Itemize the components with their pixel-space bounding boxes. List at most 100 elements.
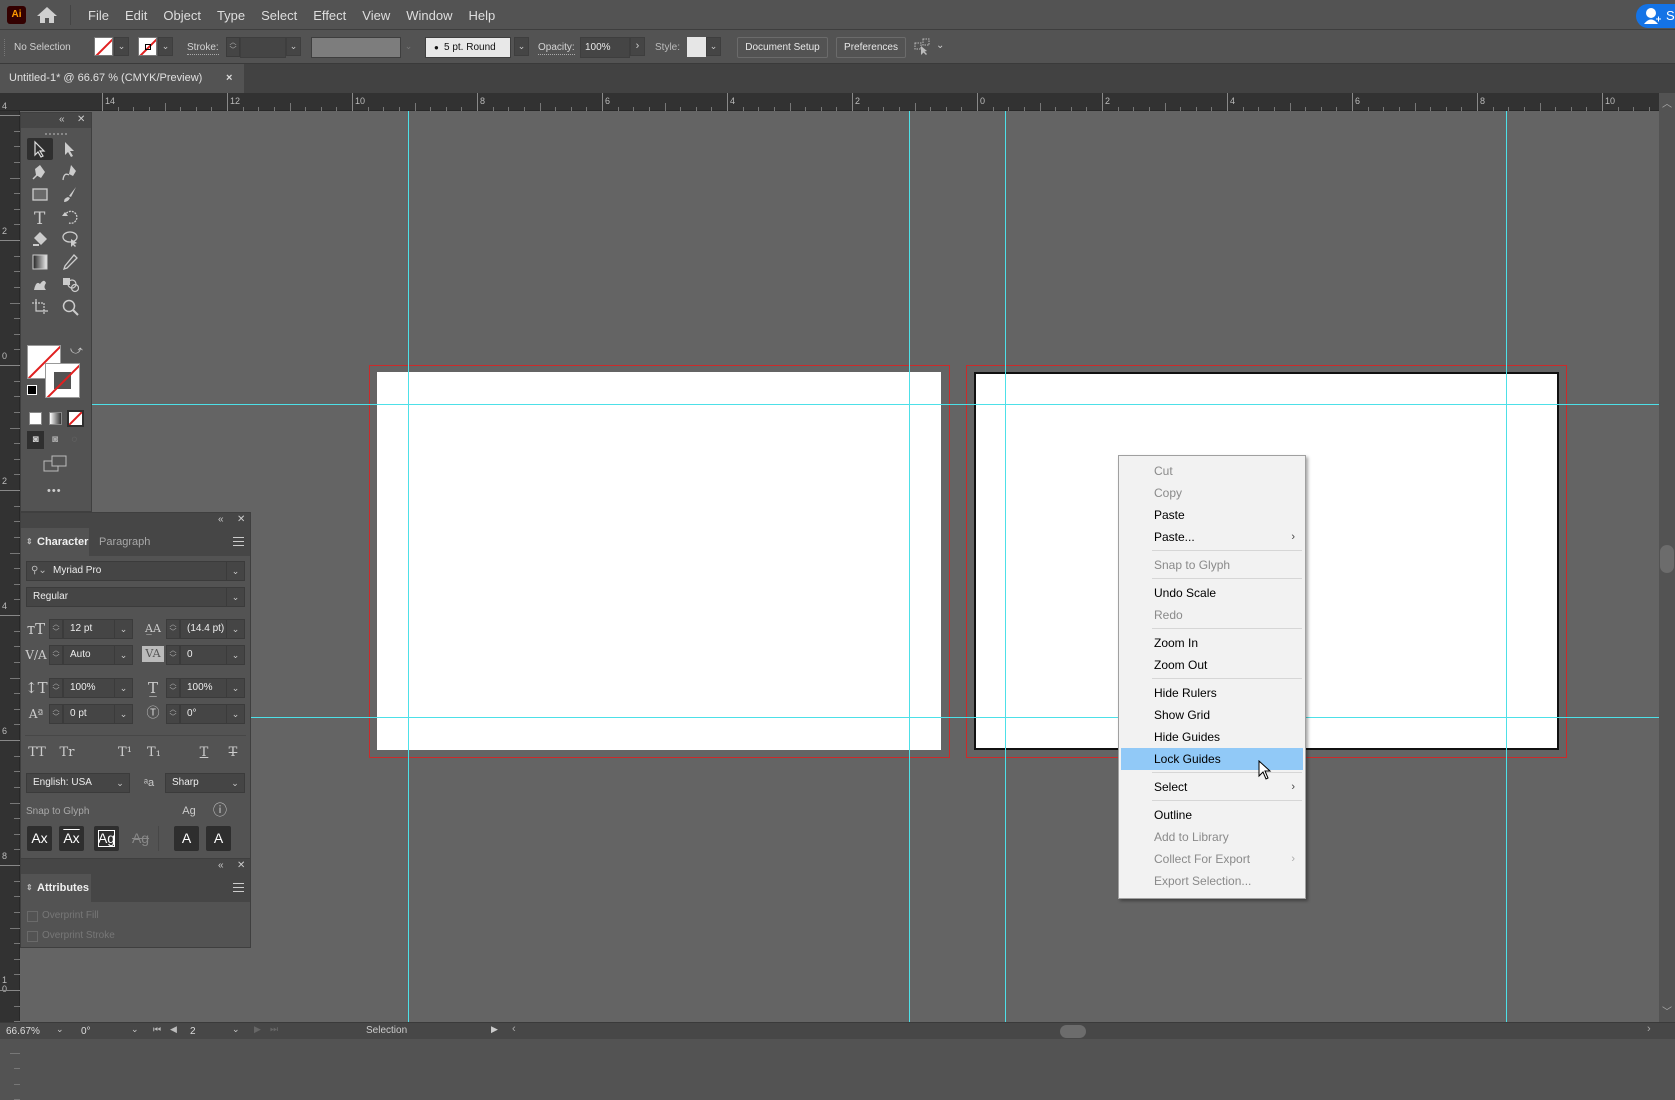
- menu-help[interactable]: Help: [460, 8, 503, 23]
- superscript-button[interactable]: T¹: [114, 743, 136, 763]
- collapse-panel-icon[interactable]: «: [59, 114, 65, 125]
- character-rotation-stepper[interactable]: ︿ ﹀: [166, 704, 180, 724]
- menu-object[interactable]: Object: [155, 8, 209, 23]
- snap-angular-button[interactable]: A: [174, 826, 199, 851]
- stroke-weight-input[interactable]: [240, 37, 286, 58]
- horizontal-guide[interactable]: [20, 717, 1659, 718]
- menu-item-zoom-out[interactable]: Zoom Out: [1121, 654, 1303, 676]
- menu-item-snap-to-glyph[interactable]: Snap to Glyph: [1121, 554, 1303, 576]
- zoom-tool[interactable]: [57, 296, 83, 318]
- vertical-guide[interactable]: [1506, 111, 1507, 1022]
- fill-swatch[interactable]: [94, 37, 113, 56]
- small-caps-button[interactable]: Tr: [56, 743, 78, 763]
- screen-mode-icon[interactable]: [43, 455, 69, 473]
- character-rotation-input[interactable]: 0° ⌄: [180, 704, 245, 724]
- none-mode-icon[interactable]: [67, 410, 84, 427]
- menu-item-cut[interactable]: Cut: [1121, 460, 1303, 482]
- gradient-tool[interactable]: [27, 251, 53, 273]
- menu-item-undo-scale[interactable]: Undo Scale: [1121, 582, 1303, 604]
- leading-input[interactable]: (14.4 pt) ⌄: [180, 619, 245, 639]
- rotate-tool[interactable]: [57, 206, 83, 228]
- brush-dropdown[interactable]: ⌄: [514, 37, 529, 56]
- stroke-label[interactable]: Stroke:: [187, 42, 219, 55]
- last-artboard-icon[interactable]: ⏭: [270, 1024, 278, 1035]
- font-size-input[interactable]: 12 pt ⌄: [63, 619, 133, 639]
- brush-definition[interactable]: ● 5 pt. Round: [425, 37, 511, 58]
- panel-menu-icon[interactable]: [233, 537, 244, 546]
- stroke-dropdown[interactable]: ⌄: [158, 37, 173, 56]
- snap-glyph-bounds-button[interactable]: Ag: [94, 826, 119, 851]
- tab-attributes[interactable]: ⇕ Attributes: [21, 874, 91, 902]
- draw-behind-icon[interactable]: ◙: [46, 431, 63, 449]
- opacity-input[interactable]: 100%: [580, 37, 630, 58]
- scroll-down-icon[interactable]: ﹀: [1662, 1003, 1672, 1018]
- artboard-1[interactable]: [377, 372, 941, 750]
- preferences-button[interactable]: Preferences: [836, 37, 906, 58]
- font-size-stepper[interactable]: ︿ ﹀: [49, 619, 63, 639]
- panel-grip[interactable]: [45, 133, 67, 136]
- opacity-label[interactable]: Opacity:: [538, 42, 575, 55]
- zoom-level-input[interactable]: 66.67%: [2, 1024, 52, 1039]
- menu-item-select[interactable]: Select ›: [1121, 776, 1303, 798]
- menu-file[interactable]: File: [80, 8, 117, 23]
- snap-baseline-button[interactable]: Ax: [27, 826, 52, 851]
- collapse-panel-icon[interactable]: «: [218, 860, 224, 871]
- paintbrush-tool[interactable]: [57, 183, 83, 205]
- horizontal-scale-stepper[interactable]: ︿ ﹀: [166, 678, 180, 698]
- menu-view[interactable]: View: [354, 8, 398, 23]
- menu-item-zoom-in[interactable]: Zoom In: [1121, 632, 1303, 654]
- current-tool-label[interactable]: Selection: [366, 1025, 407, 1036]
- language-dropdown[interactable]: English: USA ⌄: [26, 773, 130, 793]
- collapse-panel-icon[interactable]: «: [218, 514, 224, 525]
- menu-item-show-grid[interactable]: Show Grid: [1121, 704, 1303, 726]
- vertical-guide[interactable]: [408, 111, 409, 1022]
- pen-tool[interactable]: [27, 161, 53, 183]
- menu-edit[interactable]: Edit: [117, 8, 155, 23]
- vertical-ruler[interactable]: 4 2 0 2 4 6 8 10: [0, 101, 20, 1100]
- stroke-weight-stepper[interactable]: ︿ ﹀: [226, 37, 240, 57]
- eyedropper-tool[interactable]: [57, 251, 83, 273]
- gradient-mode-icon[interactable]: [49, 412, 62, 425]
- strikethrough-button[interactable]: T: [222, 743, 244, 763]
- menu-item-paste[interactable]: Paste: [1121, 504, 1303, 526]
- artboard-tool[interactable]: [27, 296, 53, 318]
- opacity-expand[interactable]: ›: [630, 37, 645, 56]
- rectangle-tool[interactable]: [27, 183, 53, 205]
- puppet-warp-tool[interactable]: [27, 273, 53, 295]
- horizontal-scale-input[interactable]: 100% ⌄: [180, 678, 245, 698]
- vertical-scale-input[interactable]: 100% ⌄: [63, 678, 133, 698]
- snap-anchor-button[interactable]: A: [206, 826, 231, 851]
- snap-proximity-button[interactable]: Ag: [128, 826, 153, 851]
- leading-stepper[interactable]: ︿ ﹀: [166, 619, 180, 639]
- eraser-tool[interactable]: [27, 228, 53, 250]
- kerning-stepper[interactable]: ︿ ﹀: [49, 645, 63, 665]
- menu-item-add-to-library[interactable]: Add to Library: [1121, 826, 1303, 848]
- baseline-shift-stepper[interactable]: ︿ ﹀: [49, 704, 63, 724]
- baseline-shift-input[interactable]: 0 pt ⌄: [63, 704, 133, 724]
- direct-selection-tool[interactable]: [57, 138, 83, 160]
- draw-inside-icon[interactable]: ◌: [66, 431, 83, 449]
- menu-select[interactable]: Select: [253, 8, 305, 23]
- character-panel-header[interactable]: « ✕: [21, 513, 250, 528]
- menu-item-redo[interactable]: Redo: [1121, 604, 1303, 626]
- artboard-number-input[interactable]: 2: [186, 1024, 226, 1039]
- underline-button[interactable]: T: [193, 743, 215, 763]
- first-artboard-icon[interactable]: ⏮: [153, 1024, 161, 1035]
- subscript-button[interactable]: T₁: [143, 743, 165, 763]
- menu-item-collect-for-export[interactable]: Collect For Export ›: [1121, 848, 1303, 870]
- tab-character[interactable]: ⇕ Character: [21, 528, 89, 556]
- next-artboard-icon[interactable]: ▶: [254, 1024, 261, 1035]
- document-tab[interactable]: Untitled-1* @ 66.67 % (CMYK/Preview) ×: [0, 64, 244, 93]
- selection-tool[interactable]: [27, 138, 53, 160]
- graphic-style-swatch[interactable]: [687, 37, 706, 57]
- scroll-left-icon[interactable]: ‹: [512, 1023, 516, 1035]
- previous-artboard-icon[interactable]: ◀: [170, 1024, 177, 1035]
- control-bar-grip[interactable]: [4, 39, 7, 56]
- antialiasing-dropdown[interactable]: Sharp ⌄: [165, 773, 245, 793]
- shape-builder-tool[interactable]: [57, 273, 83, 295]
- glyph-guides-icon[interactable]: Ag: [178, 801, 200, 821]
- all-caps-button[interactable]: TT: [26, 743, 48, 763]
- rotation-input[interactable]: 0°: [77, 1024, 127, 1039]
- menu-type[interactable]: Type: [209, 8, 253, 23]
- stroke-swatch[interactable]: [138, 37, 157, 56]
